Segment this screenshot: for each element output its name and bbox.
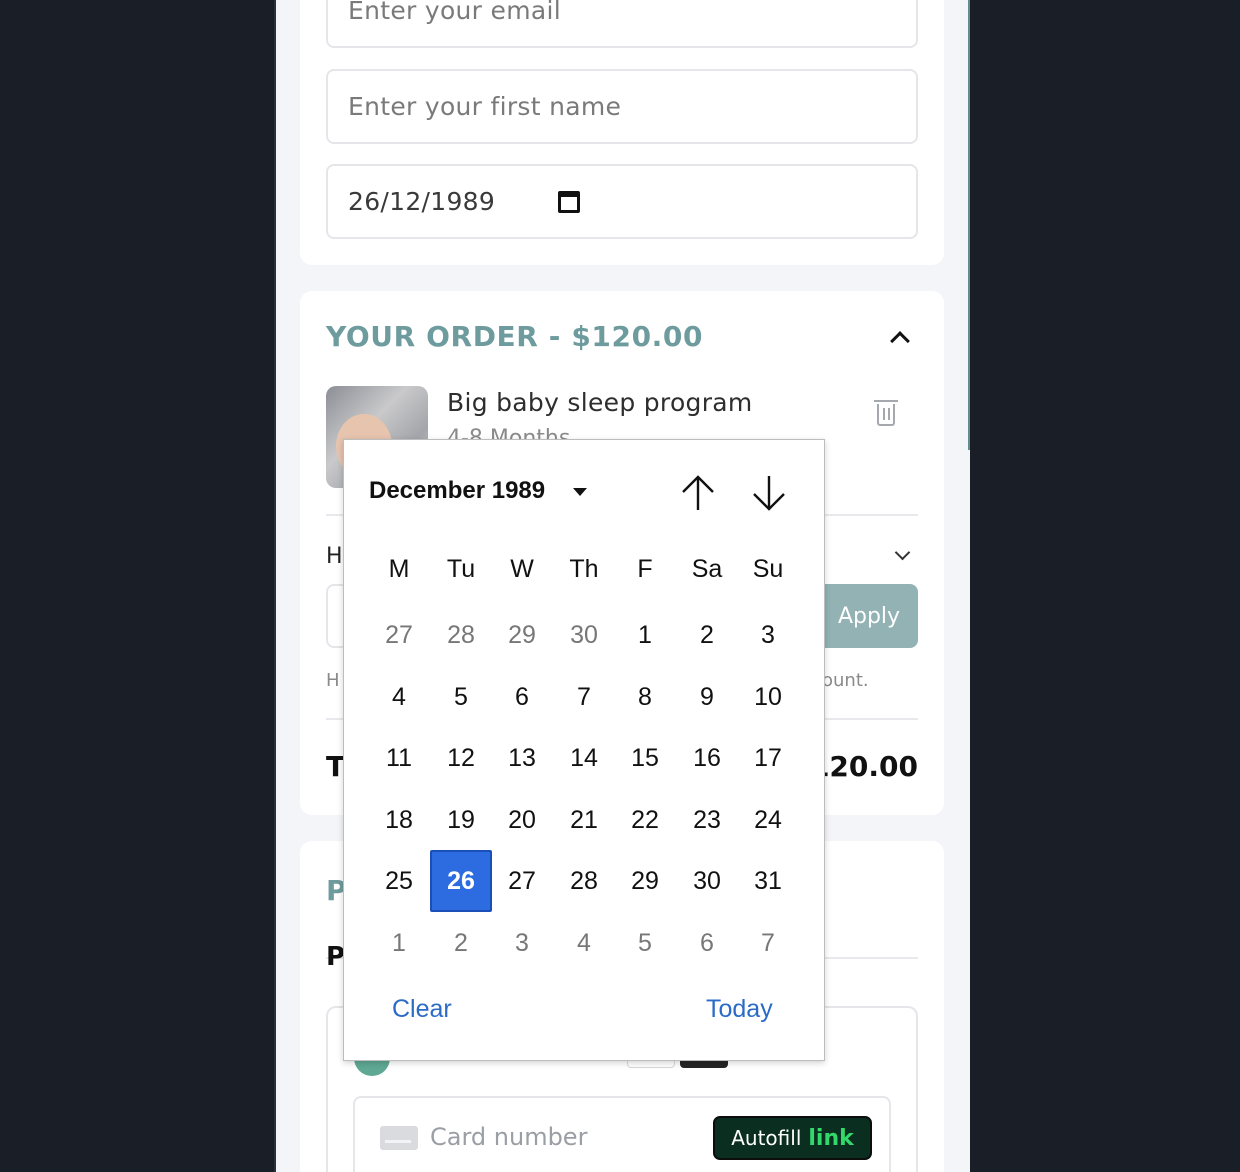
day-cell[interactable]: 27 xyxy=(491,850,553,912)
day-cell[interactable]: 5 xyxy=(430,666,492,728)
day-cell[interactable]: 4 xyxy=(553,912,615,974)
date-of-birth-field[interactable]: 26/12/1989 xyxy=(326,164,918,239)
day-cell[interactable]: 1 xyxy=(368,912,430,974)
day-cell[interactable]: 2 xyxy=(676,604,738,666)
day-cell[interactable]: 27 xyxy=(368,604,430,666)
email-field[interactable]: Enter your email xyxy=(326,0,918,48)
weekday-header: Su xyxy=(752,555,784,583)
weekday-header: Tu xyxy=(446,555,476,583)
caret-down-icon[interactable] xyxy=(573,488,587,496)
day-cell[interactable]: 4 xyxy=(368,666,430,728)
autofill-label: Autofill xyxy=(731,1126,802,1150)
day-cell[interactable]: 9 xyxy=(676,666,738,728)
product-name: Big baby sleep program xyxy=(447,388,753,417)
day-cell[interactable]: 6 xyxy=(491,666,553,728)
day-cell[interactable]: 25 xyxy=(368,850,430,912)
date-picker-popup: December 1989 M Tu W Th F Sa Su 27 28 29 30 1 2 3 4 5 6… xyxy=(343,439,825,1061)
today-button[interactable]: Today xyxy=(706,995,773,1024)
day-cell[interactable]: 3 xyxy=(737,604,799,666)
day-cell[interactable]: 17 xyxy=(737,727,799,789)
day-cell[interactable]: 16 xyxy=(676,727,738,789)
day-cell[interactable]: 10 xyxy=(737,666,799,728)
day-cell[interactable]: 7 xyxy=(737,912,799,974)
day-cell[interactable]: 2 xyxy=(430,912,492,974)
calendar-icon[interactable] xyxy=(558,191,580,213)
date-of-birth-value: 26/12/1989 xyxy=(348,187,496,216)
clear-button[interactable]: Clear xyxy=(392,995,452,1024)
day-cell[interactable]: 22 xyxy=(614,789,676,851)
day-cell[interactable]: 30 xyxy=(676,850,738,912)
weekday-header: Th xyxy=(569,555,599,583)
day-cell[interactable]: 18 xyxy=(368,789,430,851)
trash-icon[interactable] xyxy=(874,400,898,426)
day-cell[interactable]: 8 xyxy=(614,666,676,728)
day-cell[interactable]: 3 xyxy=(491,912,553,974)
weekday-header: Sa xyxy=(691,555,723,583)
day-cell[interactable]: 30 xyxy=(553,604,615,666)
day-cell[interactable]: 20 xyxy=(491,789,553,851)
link-label: link xyxy=(808,1125,854,1151)
day-cell[interactable]: 31 xyxy=(737,850,799,912)
day-cell[interactable]: 7 xyxy=(553,666,615,728)
promo-note-start: H xyxy=(326,670,340,691)
day-cell[interactable]: 29 xyxy=(614,850,676,912)
card-icon xyxy=(380,1126,418,1150)
arrow-up-icon[interactable] xyxy=(680,474,716,512)
day-cell[interactable]: 29 xyxy=(491,604,553,666)
day-cell[interactable]: 21 xyxy=(553,789,615,851)
scrollbar[interactable] xyxy=(968,0,970,450)
day-cell[interactable]: 15 xyxy=(614,727,676,789)
weekday-header: W xyxy=(510,555,534,583)
month-year-selector[interactable]: December 1989 xyxy=(369,477,545,505)
day-cell[interactable]: 13 xyxy=(491,727,553,789)
promo-note-end: ount. xyxy=(822,670,869,691)
promo-heading[interactable]: H xyxy=(326,544,343,569)
weekday-header: M xyxy=(388,555,410,583)
email-placeholder: Enter your email xyxy=(348,0,561,25)
order-title: YOUR ORDER - $120.00 xyxy=(326,320,704,353)
day-cell[interactable]: 11 xyxy=(368,727,430,789)
day-cell[interactable]: 28 xyxy=(430,604,492,666)
first-name-field[interactable]: Enter your first name xyxy=(326,69,918,144)
day-cell[interactable]: 24 xyxy=(737,789,799,851)
day-cell[interactable]: 1 xyxy=(614,604,676,666)
day-cell[interactable]: 23 xyxy=(676,789,738,851)
apply-button[interactable]: Apply xyxy=(810,584,918,648)
card-number-placeholder: Card number xyxy=(430,1123,588,1151)
day-cell[interactable]: 6 xyxy=(676,912,738,974)
first-name-placeholder: Enter your first name xyxy=(348,92,622,121)
day-cell[interactable]: 28 xyxy=(553,850,615,912)
day-cell[interactable]: 5 xyxy=(614,912,676,974)
day-cell[interactable]: 12 xyxy=(430,727,492,789)
weekday-header: F xyxy=(637,555,653,583)
selected-day[interactable]: 26 xyxy=(430,850,492,912)
autofill-link-button[interactable]: Autofill link xyxy=(713,1116,872,1160)
arrow-down-icon[interactable] xyxy=(751,474,787,512)
day-cell[interactable]: 14 xyxy=(553,727,615,789)
day-cell[interactable]: 19 xyxy=(430,789,492,851)
